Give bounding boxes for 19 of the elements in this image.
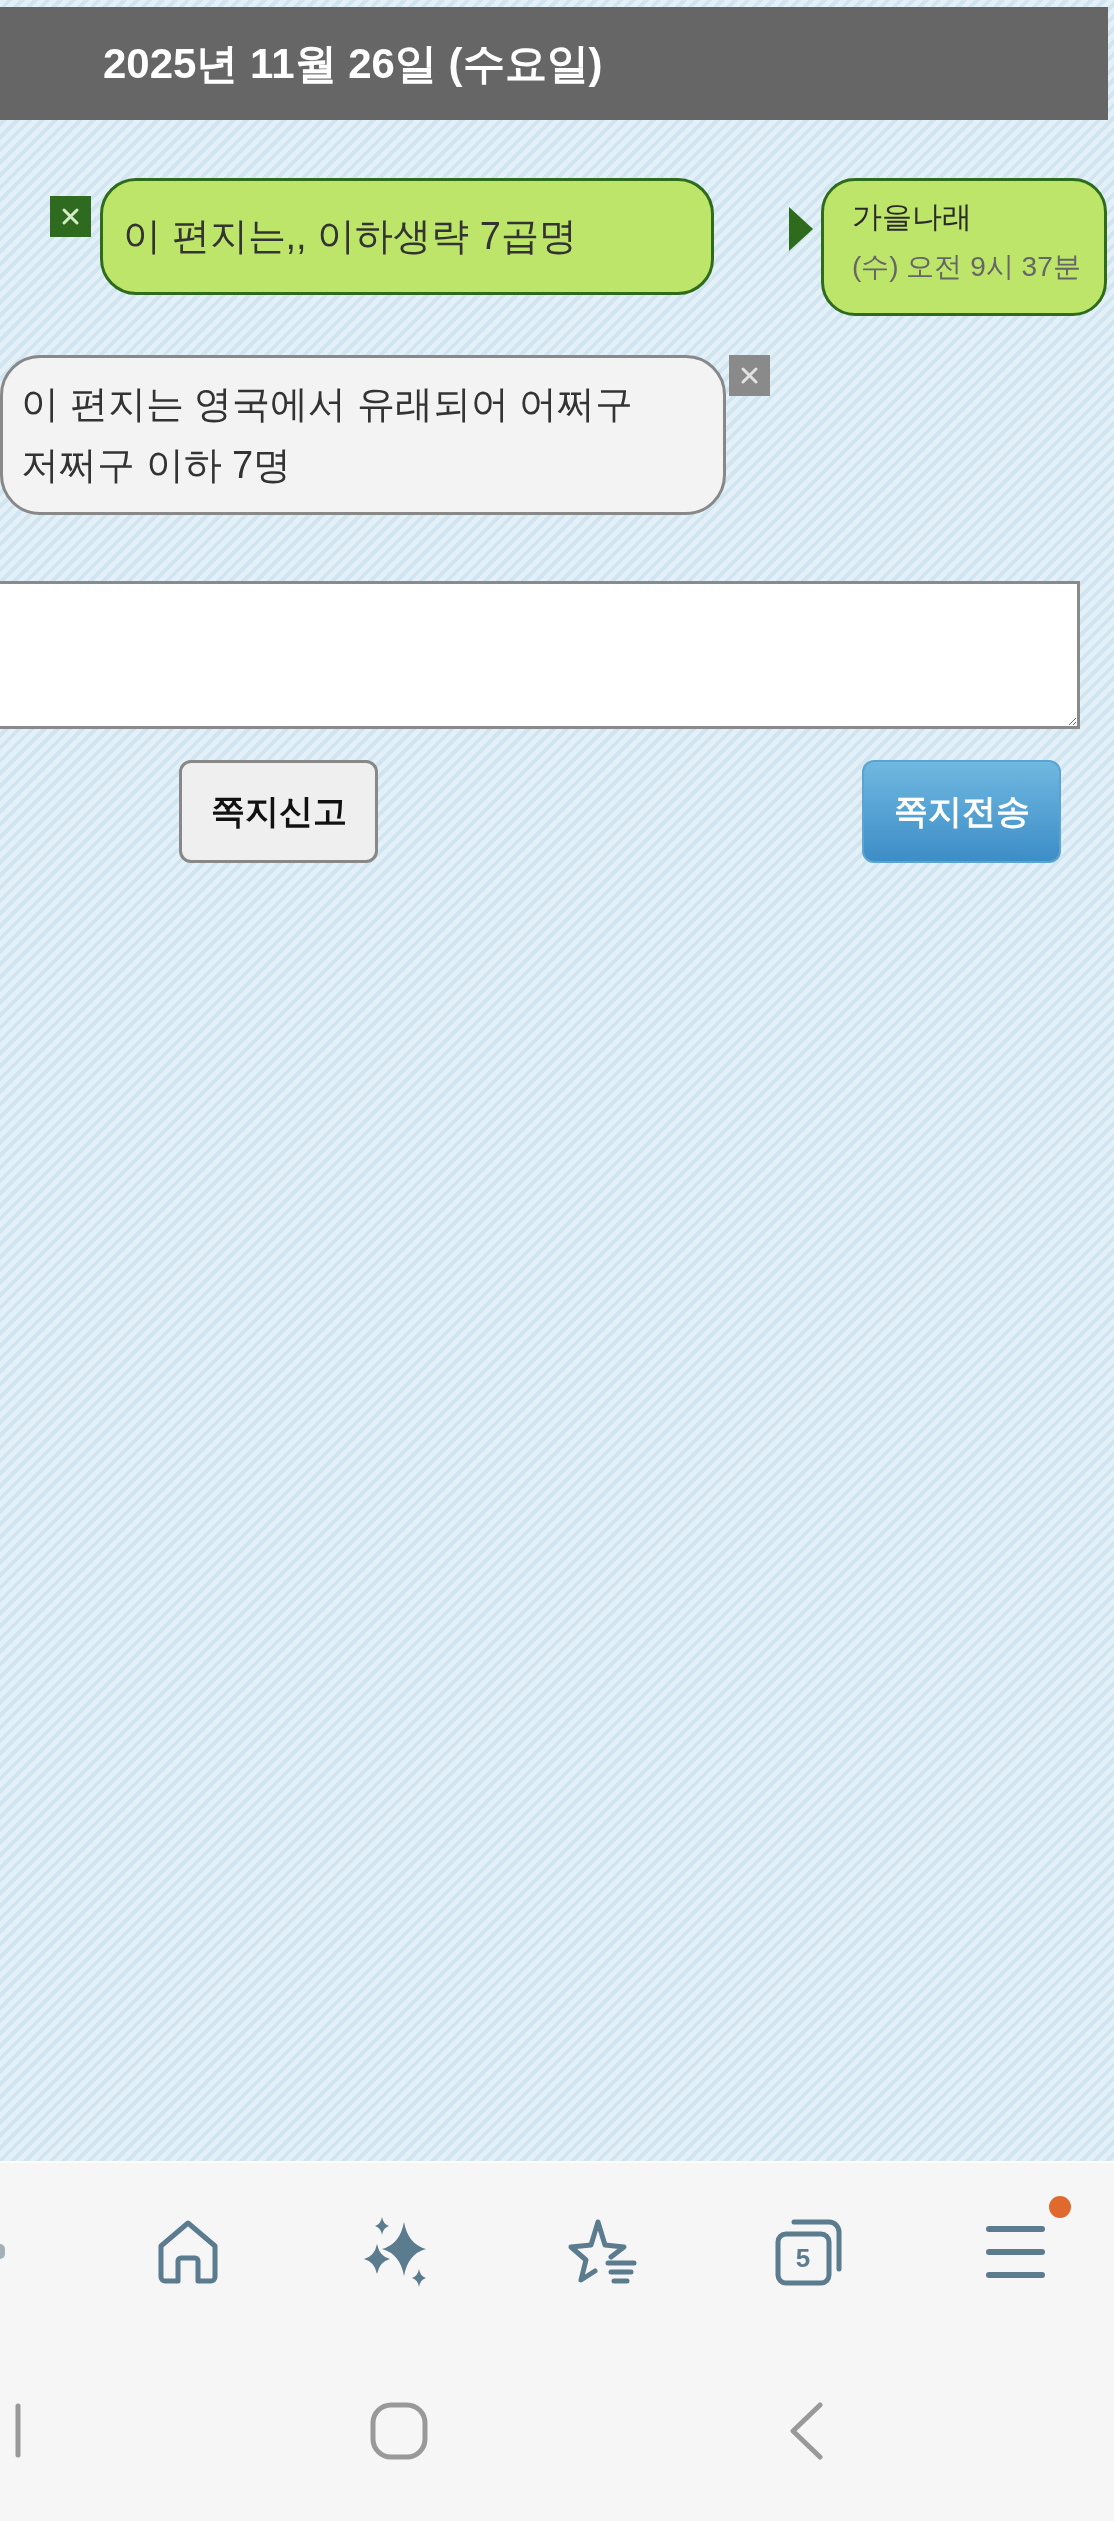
cut-off-icon[interactable]: [0, 2244, 5, 2259]
delete-icon[interactable]: [729, 355, 770, 396]
date-header: 2025년 11월 26일 (수요일): [0, 7, 1108, 120]
nav-home-icon[interactable]: [370, 2401, 428, 2460]
report-button[interactable]: 쪽지신고: [179, 760, 378, 863]
message-time: (수) 오전 9시 37분: [852, 250, 1082, 284]
home-icon[interactable]: [156, 2218, 219, 2285]
sender-name: 가을나래: [852, 199, 973, 235]
send-button[interactable]: 쪽지전송: [862, 760, 1061, 863]
message-bubble: 이 편지는 영국에서 유래되어 어쩌구 저쩌구 이하 7명: [0, 355, 726, 515]
triangle-icon: [789, 207, 813, 251]
delete-icon[interactable]: [50, 196, 91, 237]
sparkles-icon[interactable]: [363, 2216, 426, 2287]
message-input[interactable]: [0, 581, 1080, 729]
recents-icon[interactable]: [15, 2403, 21, 2458]
message-bubble: 이 편지는,, 이하생략 7곱명: [100, 178, 714, 295]
tabs-button[interactable]: 5: [773, 2216, 844, 2287]
back-icon[interactable]: [789, 2401, 823, 2460]
menu-icon[interactable]: [986, 2224, 1045, 2279]
